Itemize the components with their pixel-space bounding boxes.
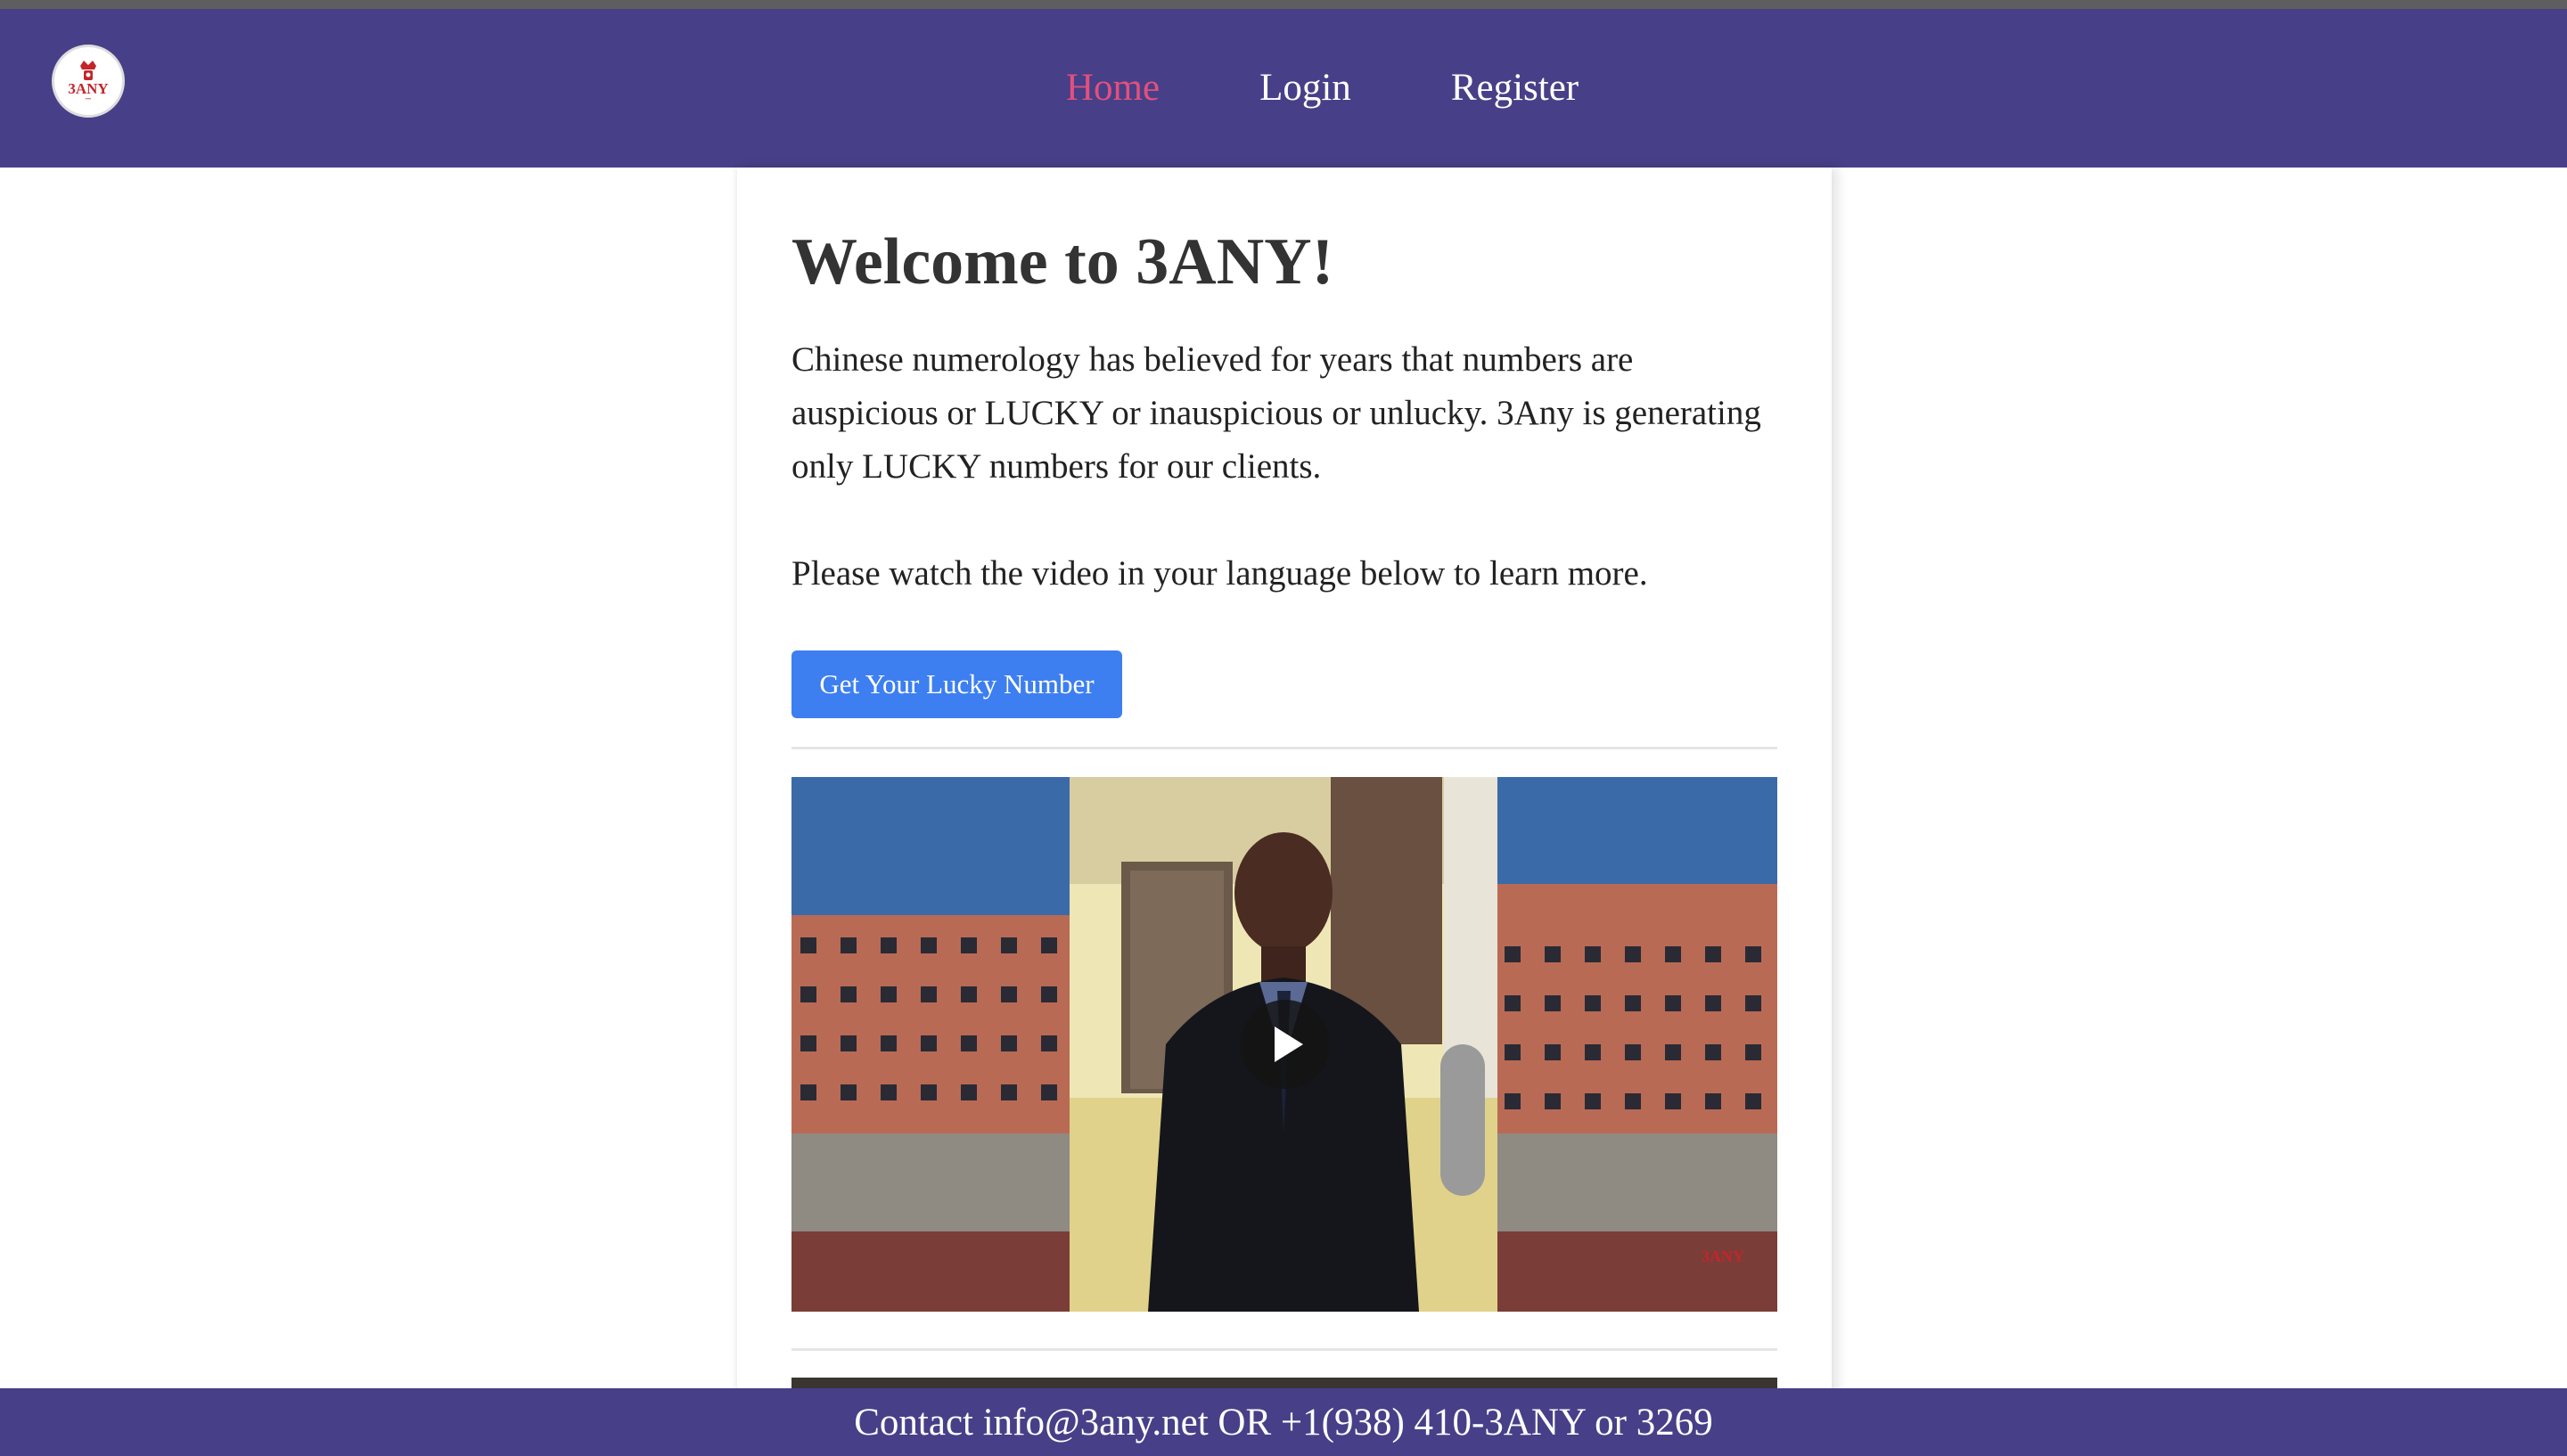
video-watermark: 3ANY [1702,1247,1744,1265]
crown-icon [80,61,96,80]
content-card: Welcome to 3ANY! Chinese numerology has … [737,168,1832,1431]
footer-contact: Contact info@3any.net OR +1(938) 410-3AN… [854,1401,1713,1444]
navbar: 3ANY ••• Home Login Register [0,9,2567,168]
intro-paragraph: Chinese numerology has believed for year… [791,340,1761,486]
logo-tagline: ••• [85,97,92,102]
divider [791,747,1777,749]
page-title: Welcome to 3ANY! [791,225,1334,299]
footer: Contact info@3any.net OR +1(938) 410-3AN… [0,1388,2567,1456]
watch-paragraph: Please watch the video in your language … [791,554,1648,593]
video-player[interactable]: 3ANY [791,777,1777,1312]
logo-text: 3ANY [68,80,109,97]
main-nav: Home Login Register [1066,9,1678,168]
logo[interactable]: 3ANY ••• [52,45,125,118]
nav-login[interactable]: Login [1259,9,1351,168]
nav-register[interactable]: Register [1451,9,1579,168]
nav-home[interactable]: Home [1066,9,1160,168]
get-lucky-number-button[interactable]: Get Your Lucky Number [791,650,1122,718]
browser-top-strip [0,0,2567,9]
play-icon[interactable] [1241,994,1330,1094]
divider [791,1348,1777,1351]
